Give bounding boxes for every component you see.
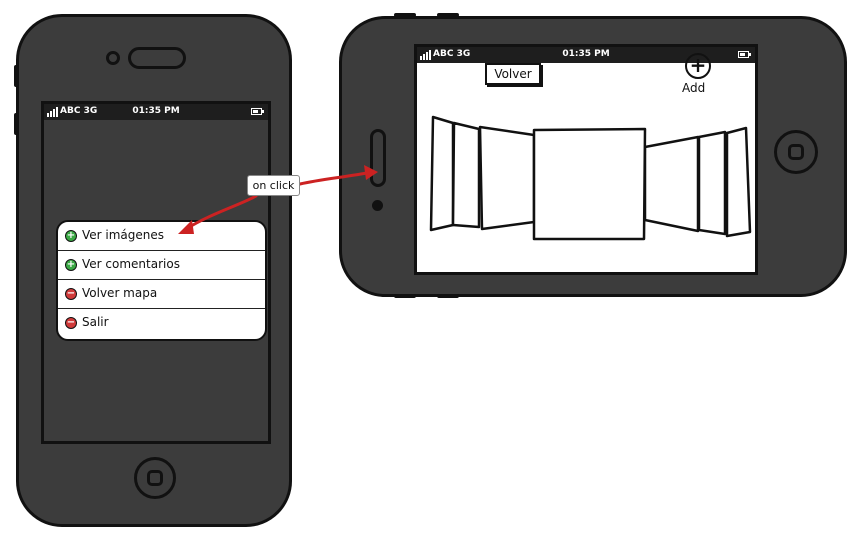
arrowhead-menu bbox=[178, 220, 194, 234]
arrow-to-menu bbox=[184, 194, 258, 231]
on-click-note: on click bbox=[247, 175, 300, 196]
arrowhead-landscape bbox=[364, 165, 378, 180]
arrow-to-landscape bbox=[298, 170, 374, 186]
navigation-arrows bbox=[178, 165, 378, 234]
